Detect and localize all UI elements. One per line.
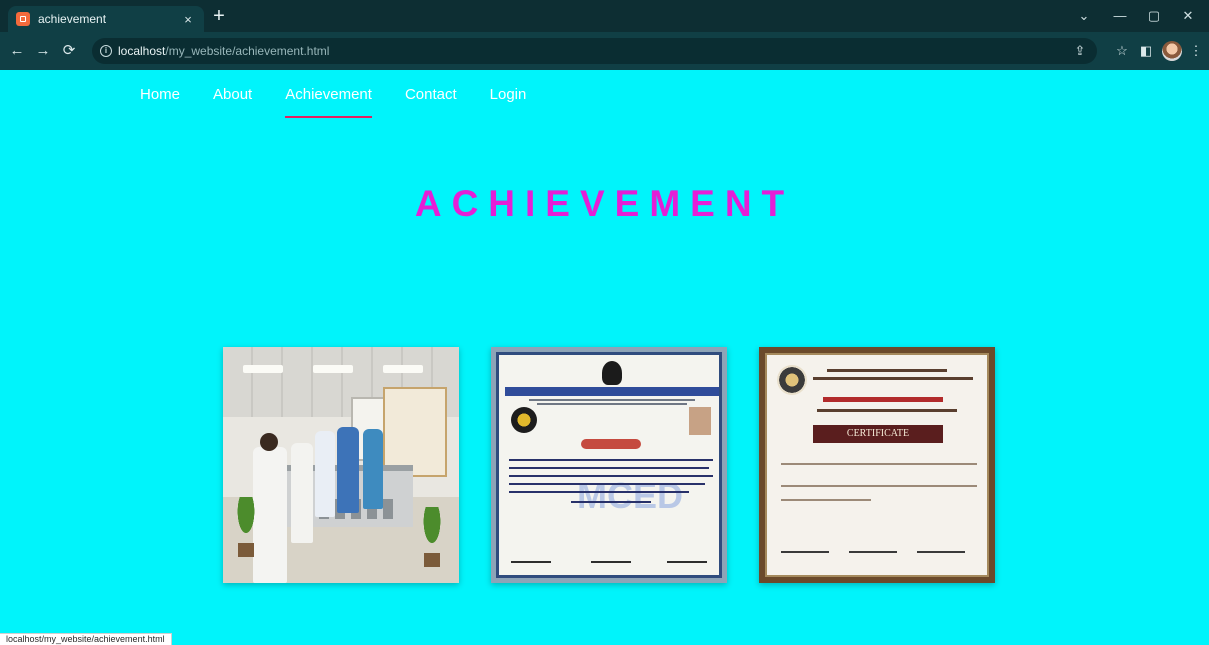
new-tab-icon[interactable]: + [208,5,230,27]
achievement-certificate-mced: MCED [491,347,727,583]
profile-avatar[interactable] [1162,41,1182,61]
emblem-seal-icon [511,407,537,433]
certificate-text-line [509,467,709,469]
signature-mark [849,533,897,553]
browser-menu-icon[interactable]: ⋮ [1186,41,1206,61]
site-info-icon[interactable]: i [100,45,112,57]
close-window-icon[interactable]: ✕ [1178,6,1198,26]
photo-plant [419,507,445,555]
nav-about-link[interactable]: About [213,86,252,110]
nav-home-link[interactable]: Home [140,86,180,110]
tab-close-icon[interactable]: × [180,12,196,27]
photo-light [383,365,423,373]
nav-achievement-link[interactable]: Achievement [285,86,372,118]
site-favicon-icon [16,12,30,26]
share-icon[interactable]: ⇪ [1070,41,1090,61]
photo-banner [383,387,447,477]
signature-mark [511,545,551,563]
browser-tab-bar: achievement × + ⌄ — ▢ ✕ [0,0,1209,32]
mced-logo-icon [602,361,622,385]
certificate-text-line [781,499,871,501]
certificate-line [529,399,695,401]
certificate-text-line [509,491,689,493]
photo-light [313,365,353,373]
nav-login-link[interactable]: Login [490,86,527,110]
certificate-text-line [781,463,977,465]
bookmark-star-icon[interactable]: ☆ [1112,41,1132,61]
reload-icon[interactable]: ⟳ [58,40,80,62]
certificate-red-title [823,397,943,402]
back-icon[interactable]: ← [6,40,28,62]
photo-person-head [260,433,278,451]
certificate-text-line [571,501,651,503]
status-bar-url: localhost/my_website/achievement.html [0,633,172,645]
forward-icon[interactable]: → [32,40,54,62]
photo-person [363,429,383,509]
certificate-line [817,409,957,412]
url-host: localhost [118,44,166,58]
certificate-text-line [781,485,977,487]
signature-mark [667,545,707,563]
browser-tab[interactable]: achievement × [8,6,204,32]
photo-light [243,365,283,373]
browser-toolbar: ← → ⟳ i localhost/my_website/achievement… [0,32,1209,70]
certificate-frame: MCED [496,352,722,578]
certificate-frame: CERTIFICATE [765,353,989,577]
photo-plant [233,497,259,545]
url-path: /my_website/achievement.html [165,44,330,58]
page-title: ACHIEVEMENT [414,183,795,224]
signature-mark [591,545,631,563]
institute-emblem-icon [777,365,807,395]
tab-search-icon[interactable]: ⌄ [1074,6,1094,26]
certificate-title-bar [505,387,719,396]
signature-mark [781,533,829,553]
minimize-icon[interactable]: — [1110,6,1130,26]
certificate-ribbon: CERTIFICATE [813,425,943,443]
restore-icon[interactable]: ▢ [1144,6,1164,26]
address-url: localhost/my_website/achievement.html [118,44,329,58]
photo-person [315,431,335,517]
achievement-certificate-technovision: CERTIFICATE [759,347,995,583]
participant-photo [689,407,711,435]
certificate-text-line [509,475,713,477]
certificate-text-line [509,483,705,485]
photo-person [291,443,313,543]
tab-title: achievement [38,12,107,26]
address-bar[interactable]: i localhost/my_website/achievement.html [92,38,1097,64]
side-panel-icon[interactable]: ◧ [1136,41,1156,61]
site-nav: Home About Achievement Contact Login [140,86,559,118]
certificate-badge [581,439,641,449]
signature-mark [917,533,965,553]
nav-contact-link[interactable]: Contact [405,86,457,110]
certificate-text-line [509,459,713,461]
achievement-photo-event [223,347,459,583]
certificate-line [537,403,687,405]
photo-pot [238,543,254,557]
certificate-line [813,377,973,380]
photo-person [337,427,359,513]
photo-pot [424,553,440,567]
certificate-line [827,369,947,372]
